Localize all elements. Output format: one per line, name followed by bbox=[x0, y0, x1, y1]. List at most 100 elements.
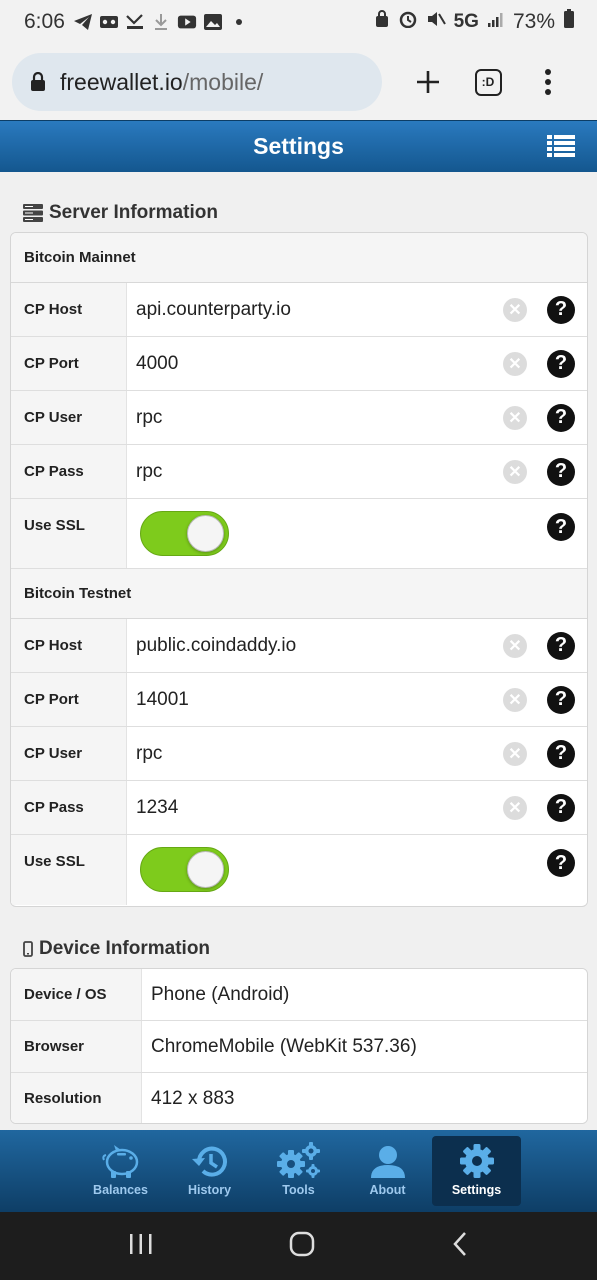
clear-icon[interactable]: ✕ bbox=[503, 795, 527, 820]
testnet-pass-label: CP Pass bbox=[11, 781, 127, 834]
testnet-host-label: CP Host bbox=[11, 619, 127, 672]
help-icon[interactable]: ? bbox=[547, 685, 575, 714]
testnet-heading: Bitcoin Testnet bbox=[11, 569, 587, 619]
lock-icon[interactable] bbox=[30, 72, 46, 92]
testnet-host-row: CP Host ✕ ? bbox=[11, 619, 587, 673]
url-path: /mobile/ bbox=[182, 68, 264, 95]
recent-apps-button[interactable] bbox=[128, 1232, 154, 1261]
help-icon[interactable]: ? bbox=[547, 403, 575, 432]
mainnet-ssl-toggle[interactable] bbox=[140, 511, 229, 556]
recent-apps-icon bbox=[129, 1233, 152, 1254]
testnet-port-input[interactable] bbox=[136, 688, 476, 711]
history-icon bbox=[191, 1146, 227, 1177]
mainnet-port-row: CP Port ✕ ? bbox=[11, 337, 587, 391]
user-icon bbox=[370, 1146, 405, 1178]
help-icon[interactable]: ? bbox=[547, 513, 575, 541]
device-os-value: Phone (Android) bbox=[151, 983, 290, 1005]
resolution-label: Resolution bbox=[11, 1073, 142, 1123]
piggy-bank-icon bbox=[101, 1145, 138, 1178]
more-vert-icon bbox=[545, 69, 551, 95]
testnet-ssl-row: Use SSL ? bbox=[11, 835, 587, 905]
nav-balances-label: Balances bbox=[93, 1183, 148, 1197]
tab-switcher-button[interactable]: :D bbox=[458, 52, 518, 112]
testnet-ssl-toggle[interactable] bbox=[140, 847, 229, 892]
help-icon[interactable]: ? bbox=[547, 295, 575, 324]
mainnet-pass-label: CP Pass bbox=[11, 445, 127, 498]
back-button[interactable] bbox=[451, 1231, 469, 1262]
mainnet-ssl-label: Use SSL bbox=[11, 499, 127, 568]
gears-icon bbox=[276, 1142, 320, 1178]
help-icon[interactable]: ? bbox=[547, 631, 575, 660]
mainnet-port-input[interactable] bbox=[136, 352, 476, 375]
address-bar[interactable]: freewallet.io/mobile/ bbox=[12, 53, 382, 111]
home-icon bbox=[290, 1231, 315, 1256]
lock-badge-icon bbox=[374, 10, 390, 34]
resolution-row: Resolution 412 x 883 bbox=[11, 1073, 587, 1123]
device-info-panel: Device / OS Phone (Android) Browser Chro… bbox=[10, 968, 588, 1124]
testnet-user-label: CP User bbox=[11, 727, 127, 780]
mainnet-pass-input[interactable] bbox=[136, 460, 476, 483]
alarm-icon bbox=[398, 10, 418, 34]
mainnet-user-label: CP User bbox=[11, 391, 127, 444]
nav-tools[interactable]: Tools bbox=[254, 1136, 343, 1206]
status-bar: 6:06 5G 73% bbox=[0, 0, 597, 44]
url-host: freewallet.io bbox=[60, 68, 183, 95]
device-info-heading: Device Information bbox=[23, 938, 210, 960]
testnet-port-row: CP Port ✕ ? bbox=[11, 673, 587, 727]
clear-icon[interactable]: ✕ bbox=[503, 405, 527, 430]
testnet-host-input[interactable] bbox=[136, 634, 476, 657]
mobile-phone-icon bbox=[23, 941, 33, 957]
server-icon bbox=[23, 204, 43, 222]
help-icon[interactable]: ? bbox=[547, 739, 575, 768]
nav-balances[interactable]: Balances bbox=[76, 1136, 165, 1206]
telegram-icon bbox=[73, 13, 93, 31]
help-icon[interactable]: ? bbox=[547, 349, 575, 378]
server-info-title: Server Information bbox=[49, 202, 218, 223]
system-nav-bar bbox=[0, 1212, 597, 1280]
mainnet-heading: Bitcoin Mainnet bbox=[11, 233, 587, 283]
list-menu-icon[interactable] bbox=[547, 134, 575, 163]
clear-icon[interactable]: ✕ bbox=[503, 459, 527, 484]
browser-menu-button[interactable] bbox=[518, 52, 578, 112]
toggle-knob bbox=[187, 515, 224, 552]
mainnet-host-row: CP Host ✕ ? bbox=[11, 283, 587, 337]
new-tab-button[interactable] bbox=[398, 52, 458, 112]
download-icon bbox=[151, 13, 171, 31]
mainnet-host-input[interactable] bbox=[136, 298, 476, 321]
clear-icon[interactable]: ✕ bbox=[503, 741, 527, 766]
app-header: Settings bbox=[0, 120, 597, 172]
help-icon[interactable]: ? bbox=[547, 457, 575, 486]
testnet-pass-input[interactable] bbox=[136, 796, 476, 819]
clear-icon[interactable]: ✕ bbox=[503, 633, 527, 658]
nav-tools-label: Tools bbox=[282, 1183, 315, 1197]
device-os-label: Device / OS bbox=[11, 969, 142, 1020]
nav-history[interactable]: History bbox=[165, 1136, 254, 1206]
tab-count: :D bbox=[474, 68, 502, 96]
clear-icon[interactable]: ✕ bbox=[503, 297, 527, 322]
testnet-user-row: CP User ✕ ? bbox=[11, 727, 587, 781]
toggle-knob bbox=[187, 851, 224, 888]
clear-icon[interactable]: ✕ bbox=[503, 351, 527, 376]
mainnet-user-input[interactable] bbox=[136, 406, 476, 429]
help-icon[interactable]: ? bbox=[547, 849, 575, 877]
nav-about[interactable]: About bbox=[343, 1136, 432, 1206]
testnet-user-input[interactable] bbox=[136, 742, 476, 765]
signal-icon bbox=[487, 10, 505, 34]
browser-toolbar: freewallet.io/mobile/ :D bbox=[0, 44, 597, 120]
battery-percent: 73% bbox=[512, 10, 555, 33]
resolution-value: 412 x 883 bbox=[151, 1087, 235, 1109]
mainnet-pass-row: CP Pass ✕ ? bbox=[11, 445, 587, 499]
nav-about-label: About bbox=[369, 1183, 406, 1197]
home-button[interactable] bbox=[289, 1231, 315, 1262]
testnet-pass-row: CP Pass ✕ ? bbox=[11, 781, 587, 835]
mainnet-user-row: CP User ✕ ? bbox=[11, 391, 587, 445]
network-type: 5G bbox=[453, 11, 479, 32]
mute-icon bbox=[426, 10, 446, 34]
clear-icon[interactable]: ✕ bbox=[503, 687, 527, 712]
browser-value: ChromeMobile (WebKit 537.36) bbox=[151, 1035, 417, 1057]
help-icon[interactable]: ? bbox=[547, 793, 575, 822]
back-icon bbox=[453, 1231, 467, 1256]
nav-settings[interactable]: Settings bbox=[432, 1136, 521, 1206]
server-info-panel: Bitcoin Mainnet CP Host ✕ ? CP Port ✕ ? … bbox=[10, 232, 588, 907]
server-info-heading: Server Information bbox=[23, 202, 218, 224]
